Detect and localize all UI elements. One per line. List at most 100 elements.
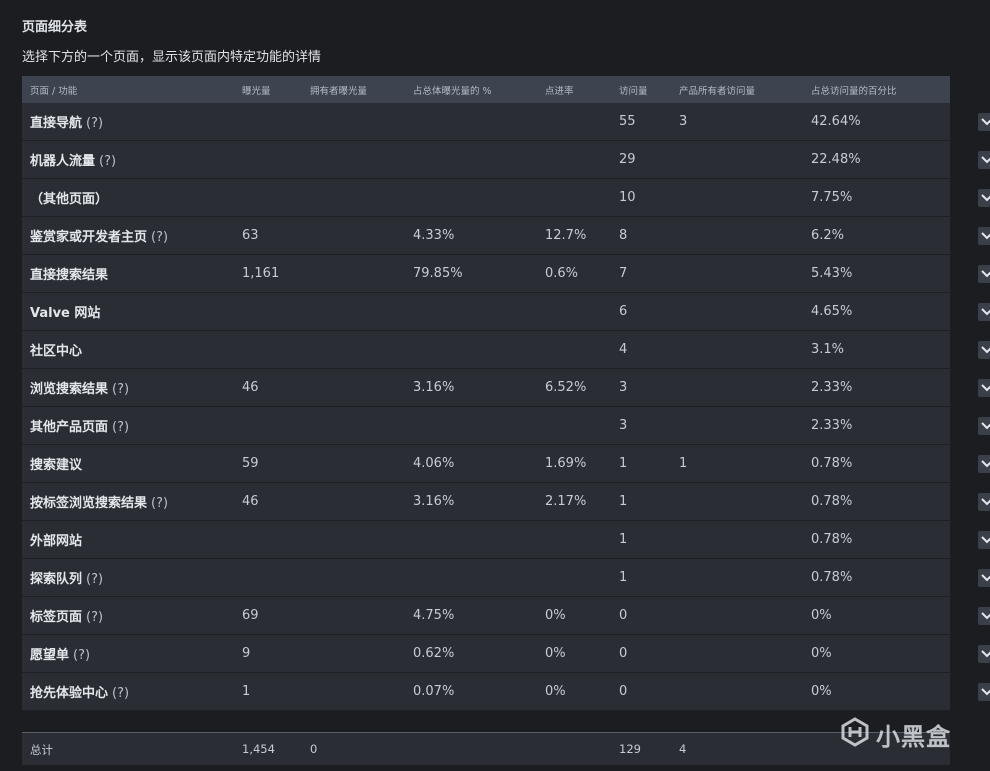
row-page-name-cell: 机器人流量 (?): [30, 150, 116, 169]
chevron-down-icon[interactable]: [978, 530, 990, 549]
row-visit-pct: 0%: [811, 646, 832, 661]
row-page-name-cell: 抢先体验中心 (?): [30, 682, 129, 701]
help-tooltip-icon[interactable]: (?): [151, 496, 168, 511]
chevron-down-icon[interactable]: [978, 264, 990, 283]
watermark-text: 小黑盒: [876, 722, 951, 751]
chevron-down-icon[interactable]: [978, 112, 990, 131]
row-owner-visits: 3: [679, 114, 688, 129]
table-row[interactable]: 社区中心 4 3.1%: [22, 331, 990, 369]
row-ctr: 12.7%: [545, 228, 587, 243]
table-row[interactable]: 浏览搜索结果 (?) 46 3.16% 6.52% 3 2.33%: [22, 369, 990, 407]
row-visits: 10: [619, 190, 636, 205]
help-tooltip-icon[interactable]: (?): [112, 686, 129, 701]
row-impression-pct: 3.16%: [413, 380, 455, 395]
help-tooltip-icon[interactable]: (?): [73, 648, 90, 663]
row-page-name-cell: 鉴赏家或开发者主页 (?): [30, 226, 168, 245]
row-visits: 1: [619, 570, 628, 585]
chevron-down-icon[interactable]: [978, 416, 990, 435]
row-page-name-cell: （其他页面）: [30, 188, 108, 207]
help-tooltip-icon[interactable]: (?): [99, 154, 116, 169]
row-impressions: 1: [242, 684, 251, 699]
total-owner-visits: 4: [679, 742, 687, 756]
help-tooltip-icon[interactable]: (?): [112, 420, 129, 435]
row-visits: 29: [619, 152, 636, 167]
help-tooltip-icon[interactable]: (?): [86, 572, 103, 587]
table-row[interactable]: 按标签浏览搜索结果 (?) 46 3.16% 2.17% 1 0.78%: [22, 483, 990, 521]
row-impression-pct: 3.16%: [413, 494, 455, 509]
table-header: 页面 / 功能 曝光量 拥有者曝光量 占总体曝光量的 % 点进率 访问量 产品所…: [22, 76, 950, 103]
row-impression-pct: 79.85%: [413, 266, 463, 281]
row-page-name: 探索队列: [30, 572, 83, 587]
chevron-down-icon[interactable]: [978, 492, 990, 511]
table-row[interactable]: 探索队列 (?) 1 0.78%: [22, 559, 990, 597]
row-visit-pct: 5.43%: [811, 266, 853, 281]
row-owner-visits: 1: [679, 456, 688, 471]
chevron-down-icon[interactable]: [978, 454, 990, 473]
row-visit-pct: 0%: [811, 684, 832, 699]
row-page-name: 机器人流量: [30, 154, 96, 169]
row-page-name: 社区中心: [30, 344, 83, 359]
row-page-name-cell: 浏览搜索结果 (?): [30, 378, 129, 397]
row-visits: 0: [619, 684, 628, 699]
total-impressions: 1,454: [242, 742, 275, 756]
row-impressions: 59: [242, 456, 259, 471]
row-impression-pct: 0.62%: [413, 646, 455, 661]
page-breakdown-table: 页面 / 功能 曝光量 拥有者曝光量 占总体曝光量的 % 点进率 访问量 产品所…: [22, 76, 990, 711]
table-row[interactable]: 直接导航 (?) 55 3 42.64%: [22, 103, 990, 141]
header-ctr: 点进率: [545, 85, 574, 97]
table-row[interactable]: 机器人流量 (?) 29 22.48%: [22, 141, 990, 179]
table-row[interactable]: 其他产品页面 (?) 3 2.33%: [22, 407, 990, 445]
chevron-down-icon[interactable]: [978, 340, 990, 359]
chevron-down-icon[interactable]: [978, 682, 990, 701]
chevron-down-icon[interactable]: [978, 188, 990, 207]
header-owner-impressions: 拥有者曝光量: [310, 85, 368, 97]
table-row[interactable]: 抢先体验中心 (?) 1 0.07% 0% 0 0%: [22, 673, 990, 711]
help-tooltip-icon[interactable]: (?): [112, 382, 129, 397]
table-row[interactable]: 外部网站 1 0.78%: [22, 521, 990, 559]
row-ctr: 0%: [545, 684, 566, 699]
row-visit-pct: 7.75%: [811, 190, 853, 205]
row-page-name: 按标签浏览搜索结果: [30, 496, 148, 511]
chevron-down-icon[interactable]: [978, 226, 990, 245]
row-visit-pct: 0.78%: [811, 494, 853, 509]
row-visit-pct: 3.1%: [811, 342, 845, 357]
row-page-name-cell: 直接搜索结果: [30, 264, 108, 283]
row-visit-pct: 0.78%: [811, 532, 853, 547]
row-page-name: 直接导航: [30, 116, 83, 131]
help-tooltip-icon[interactable]: (?): [86, 116, 103, 131]
row-page-name: 标签页面: [30, 610, 83, 625]
row-page-name-cell: 其他产品页面 (?): [30, 416, 129, 435]
chevron-down-icon[interactable]: [978, 378, 990, 397]
row-page-name-cell: 愿望单 (?): [30, 644, 90, 663]
table-row[interactable]: Valve 网站 6 4.65%: [22, 293, 990, 331]
watermark: 小黑盒: [840, 716, 951, 752]
chevron-down-icon[interactable]: [978, 606, 990, 625]
table-row[interactable]: 鉴赏家或开发者主页 (?) 63 4.33% 12.7% 8 6.2%: [22, 217, 990, 255]
row-page-name-cell: 标签页面 (?): [30, 606, 103, 625]
row-page-name-cell: 社区中心: [30, 340, 82, 359]
row-visits: 1: [619, 532, 628, 547]
table-body: 直接导航 (?) 55 3 42.64% 机器人流量 (?) 29 22.48% （其他页面） 10…: [22, 103, 990, 711]
row-visits: 1: [619, 456, 628, 471]
table-row[interactable]: （其他页面） 10 7.75%: [22, 179, 990, 217]
row-visits: 3: [619, 418, 628, 433]
row-visit-pct: 2.33%: [811, 418, 853, 433]
row-visit-pct: 4.65%: [811, 304, 853, 319]
chevron-down-icon[interactable]: [978, 568, 990, 587]
help-tooltip-icon[interactable]: (?): [86, 610, 103, 625]
row-page-name: 搜索建议: [30, 458, 83, 473]
help-tooltip-icon[interactable]: (?): [151, 230, 168, 245]
chevron-down-icon[interactable]: [978, 302, 990, 321]
chevron-down-icon[interactable]: [978, 150, 990, 169]
row-impressions: 63: [242, 228, 259, 243]
table-row[interactable]: 标签页面 (?) 69 4.75% 0% 0 0%: [22, 597, 990, 635]
row-visits: 0: [619, 608, 628, 623]
table-row[interactable]: 直接搜索结果 1,161 79.85% 0.6% 7 5.43%: [22, 255, 990, 293]
table-row[interactable]: 搜索建议 59 4.06% 1.69% 1 1 0.78%: [22, 445, 990, 483]
row-page-name: 外部网站: [30, 534, 83, 549]
row-page-name: 其他产品页面: [30, 420, 109, 435]
table-row[interactable]: 愿望单 (?) 9 0.62% 0% 0 0%: [22, 635, 990, 673]
chevron-down-icon[interactable]: [978, 644, 990, 663]
row-visits: 8: [619, 228, 628, 243]
total-visits: 129: [619, 742, 641, 756]
